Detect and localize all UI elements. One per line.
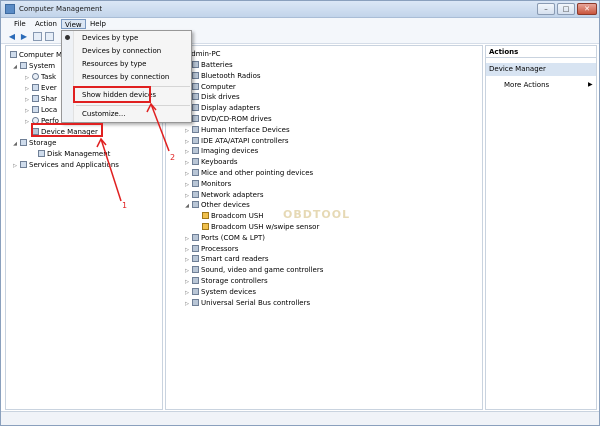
arrow-2-line (150, 103, 170, 152)
annotation-label-2: 2 (170, 153, 176, 162)
arrow-1-head (96, 137, 107, 148)
arrow-1-line (100, 138, 122, 202)
annotation-label-1: 1 (122, 201, 128, 210)
annotation-arrows (96, 102, 170, 202)
computer-management-window: Computer Management – □ ✕ File Action Vi… (0, 0, 600, 426)
arrow-2-head (146, 102, 157, 113)
